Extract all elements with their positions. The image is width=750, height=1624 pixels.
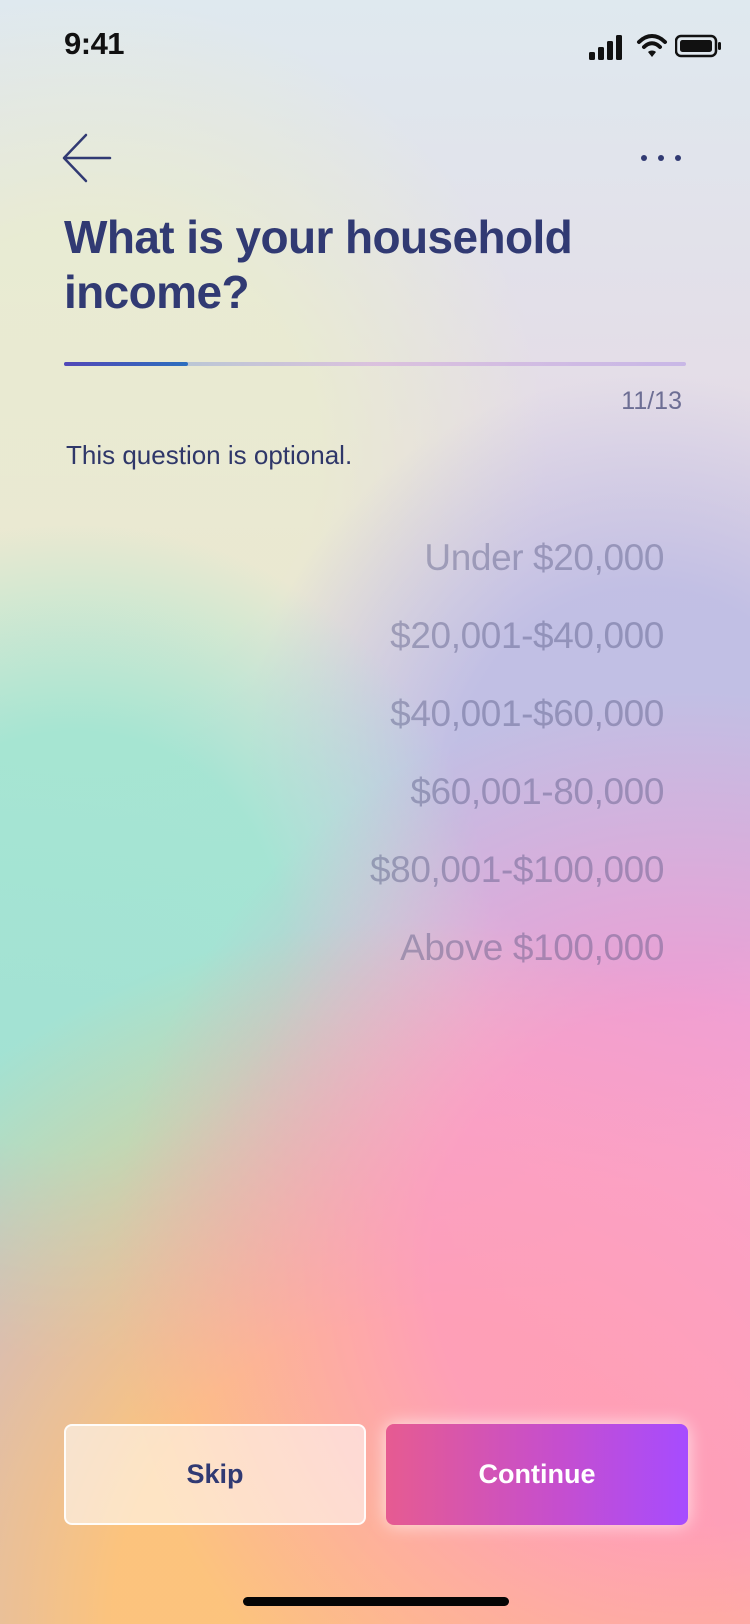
income-option-80001-100000[interactable]: $80,001-$100,000 — [0, 838, 664, 916]
battery-icon — [675, 34, 721, 58]
question-title-line-2: income? — [64, 266, 250, 318]
status-icons — [589, 32, 721, 60]
question-progress-count: 11/13 — [621, 387, 682, 415]
income-options-list: Under $20,000 $20,001-$40,000 $40,001-$6… — [0, 526, 664, 994]
income-option-60001-80000[interactable]: $60,001-80,000 — [0, 760, 664, 838]
survey-screen: 9:41 What is your household income? 11/1… — [0, 0, 750, 1624]
status-bar: 9:41 — [0, 0, 750, 92]
income-option-under-20000[interactable]: Under $20,000 — [0, 526, 664, 604]
home-indicator[interactable] — [243, 1597, 509, 1606]
signal-icon — [589, 35, 622, 60]
more-horizontal-icon — [641, 155, 681, 161]
survey-header — [62, 130, 688, 186]
continue-button[interactable]: Continue — [386, 1424, 688, 1525]
arrow-left-icon — [62, 133, 112, 183]
question-title-line-1: What is your household — [64, 211, 573, 263]
income-option-above-100000[interactable]: Above $100,000 — [0, 916, 664, 994]
skip-button[interactable]: Skip — [64, 1424, 366, 1525]
income-option-40001-60000[interactable]: $40,001-$60,000 — [0, 682, 664, 760]
income-option-20001-40000[interactable]: $20,001-$40,000 — [0, 604, 664, 682]
status-time: 9:41 — [64, 26, 125, 61]
optional-question-note: This question is optional. — [66, 440, 353, 470]
back-button[interactable] — [62, 130, 116, 186]
wifi-icon — [637, 34, 667, 57]
question-title: What is your household income? — [64, 210, 634, 320]
question-progress-track — [64, 362, 686, 366]
question-progress-fill — [64, 362, 188, 366]
bottom-action-bar: Skip Continue — [64, 1424, 688, 1525]
more-options-button[interactable] — [634, 144, 688, 172]
